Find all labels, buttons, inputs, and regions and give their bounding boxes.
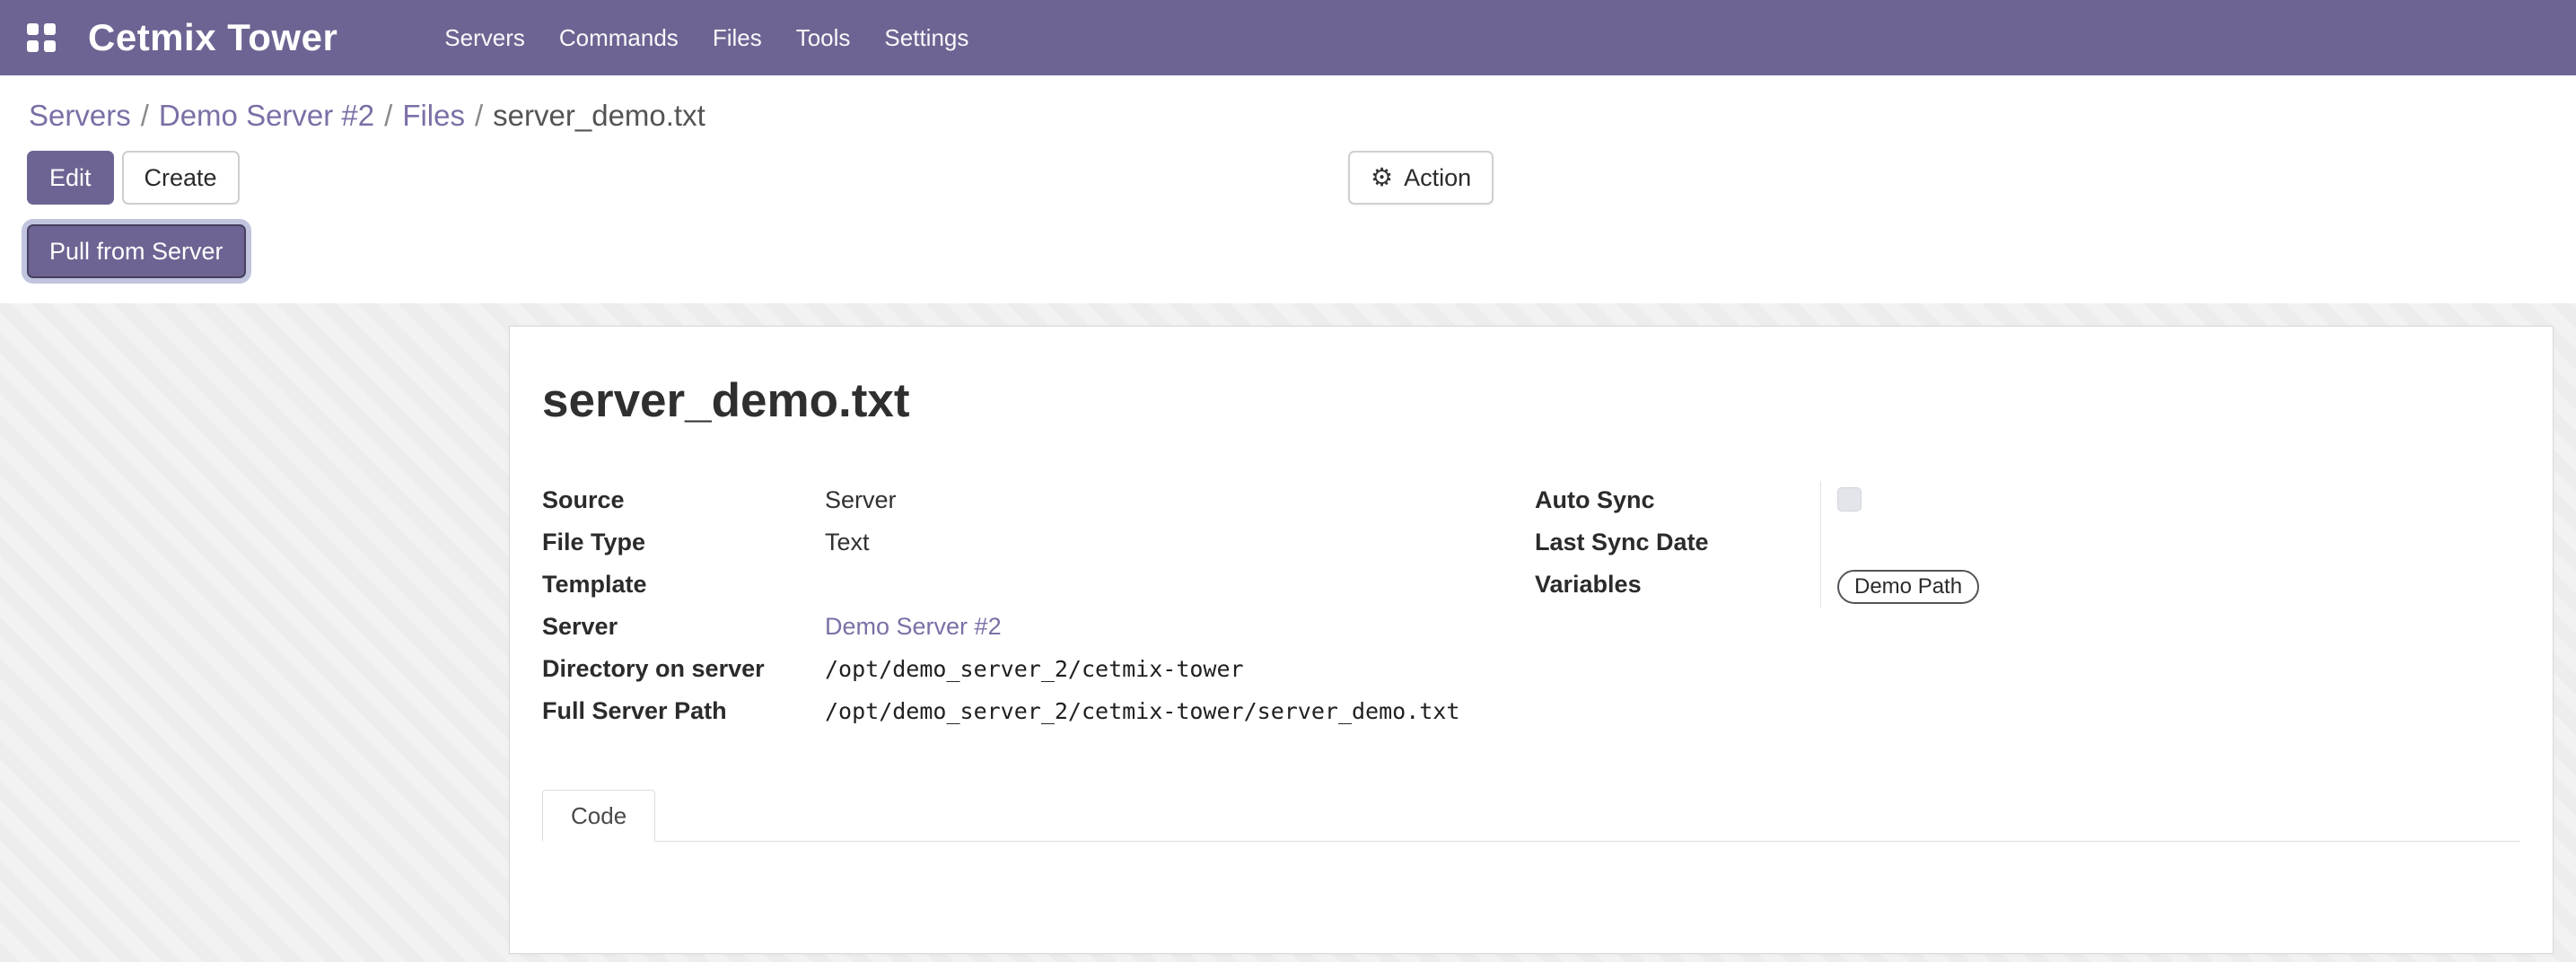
form-group-left: SourceServerFile TypeTextTemplateServerD… — [542, 481, 1499, 734]
field-value-last-sync-date — [1820, 523, 2520, 565]
field-text-file-type: Text — [825, 529, 870, 555]
breadcrumb-item-server-demo-txt: server_demo.txt — [493, 99, 705, 132]
notebook: Code — [542, 790, 2520, 940]
field-row-server: ServerDemo Server #2 — [542, 608, 1499, 650]
field-value-template — [825, 565, 1499, 608]
edit-button[interactable]: Edit — [27, 151, 114, 205]
field-value-auto-sync — [1820, 481, 2520, 523]
auto-sync-checkbox[interactable] — [1837, 487, 1862, 512]
field-value-full-server-path: /opt/demo_server_2/cetmix-tower/server_d… — [825, 692, 1499, 734]
gear-icon: ⚙ — [1371, 163, 1393, 192]
apps-grid-icon[interactable] — [27, 23, 56, 52]
field-row-variables: Variables Demo Path — [1535, 565, 2520, 608]
field-row-full-server-path: Full Server Path/opt/demo_server_2/cetmi… — [542, 692, 1499, 734]
menu-item-tools[interactable]: Tools — [779, 0, 868, 75]
field-text-source: Server — [825, 486, 897, 513]
field-value-variables: Demo Path — [1820, 565, 2520, 608]
field-code-full-server-path: /opt/demo_server_2/cetmix-tower/server_d… — [825, 698, 1459, 724]
field-row-last-sync-date: Last Sync Date — [1535, 523, 2520, 565]
form-sheet: server_demo.txt SourceServerFile TypeTex… — [509, 326, 2554, 954]
record-title: server_demo.txt — [542, 372, 2520, 431]
menu-item-servers[interactable]: Servers — [427, 0, 542, 75]
apps-grid-square — [44, 23, 56, 35]
tag-demo-path: Demo Path — [1837, 570, 1979, 604]
field-value-source: Server — [825, 481, 1499, 523]
field-label-last-sync-date: Last Sync Date — [1535, 523, 1820, 565]
field-label-template: Template — [542, 565, 825, 608]
create-button[interactable]: Create — [122, 151, 240, 205]
breadcrumb: Servers / Demo Server #2 / Files / server_demo… — [0, 75, 2576, 138]
apps-grid-square — [44, 40, 56, 52]
breadcrumb-item-servers[interactable]: Servers — [29, 99, 131, 132]
field-label-server: Server — [542, 608, 825, 650]
navbar-menu: ServersCommandsFilesToolsSettings — [427, 0, 986, 75]
field-value-server: Demo Server #2 — [825, 608, 1499, 650]
breadcrumb-item-files[interactable]: Files — [402, 99, 465, 132]
field-row-auto-sync: Auto Sync — [1535, 481, 2520, 523]
menu-item-settings[interactable]: Settings — [867, 0, 986, 75]
breadcrumb-separator: / — [475, 99, 483, 132]
field-value-directory-on-server: /opt/demo_server_2/cetmix-tower — [825, 650, 1499, 692]
breadcrumb-separator: / — [141, 99, 149, 132]
field-row-file-type: File TypeText — [542, 523, 1499, 565]
field-label-full-server-path: Full Server Path — [542, 692, 825, 734]
form-group-right: Auto SyncLast Sync DateVariables Demo Pat… — [1535, 481, 2520, 734]
object-buttons-row: Pull from Server — [0, 210, 2576, 303]
menu-item-commands[interactable]: Commands — [542, 0, 696, 75]
action-button-label: Action — [1404, 162, 1471, 194]
menu-item-files[interactable]: Files — [696, 0, 779, 75]
tab-content-code — [542, 842, 2520, 940]
app-title[interactable]: Cetmix Tower — [88, 16, 337, 59]
field-label-file-type: File Type — [542, 523, 825, 565]
pull-from-server-button[interactable]: Pull from Server — [27, 224, 246, 278]
top-navbar: Cetmix Tower ServersCommandsFilesToolsSe… — [0, 0, 2576, 75]
apps-grid-square — [27, 23, 39, 35]
breadcrumb-separator: / — [384, 99, 392, 132]
tab-strip: Code — [542, 790, 2520, 842]
field-link-server[interactable]: Demo Server #2 — [825, 613, 1002, 640]
field-label-auto-sync: Auto Sync — [1535, 481, 1820, 523]
field-row-template: Template — [542, 565, 1499, 608]
apps-grid-square — [27, 40, 39, 52]
field-code-directory-on-server: /opt/demo_server_2/cetmix-tower — [825, 656, 1244, 682]
field-row-directory-on-server: Directory on server/opt/demo_server_2/ce… — [542, 650, 1499, 692]
field-label-variables: Variables — [1535, 565, 1820, 608]
content-area: server_demo.txt SourceServerFile TypeTex… — [0, 303, 2576, 962]
field-value-file-type: Text — [825, 523, 1499, 565]
breadcrumb-item-demo-server-2[interactable]: Demo Server #2 — [159, 99, 374, 132]
form-grid: SourceServerFile TypeTextTemplateServerD… — [542, 481, 2520, 734]
tab-code[interactable]: Code — [542, 790, 655, 842]
action-button[interactable]: ⚙ Action — [1348, 151, 1494, 205]
field-label-directory-on-server: Directory on server — [542, 650, 825, 692]
field-row-source: SourceServer — [542, 481, 1499, 523]
field-label-source: Source — [542, 481, 825, 523]
control-panel: Edit Create ⚙ Action — [0, 138, 2576, 210]
